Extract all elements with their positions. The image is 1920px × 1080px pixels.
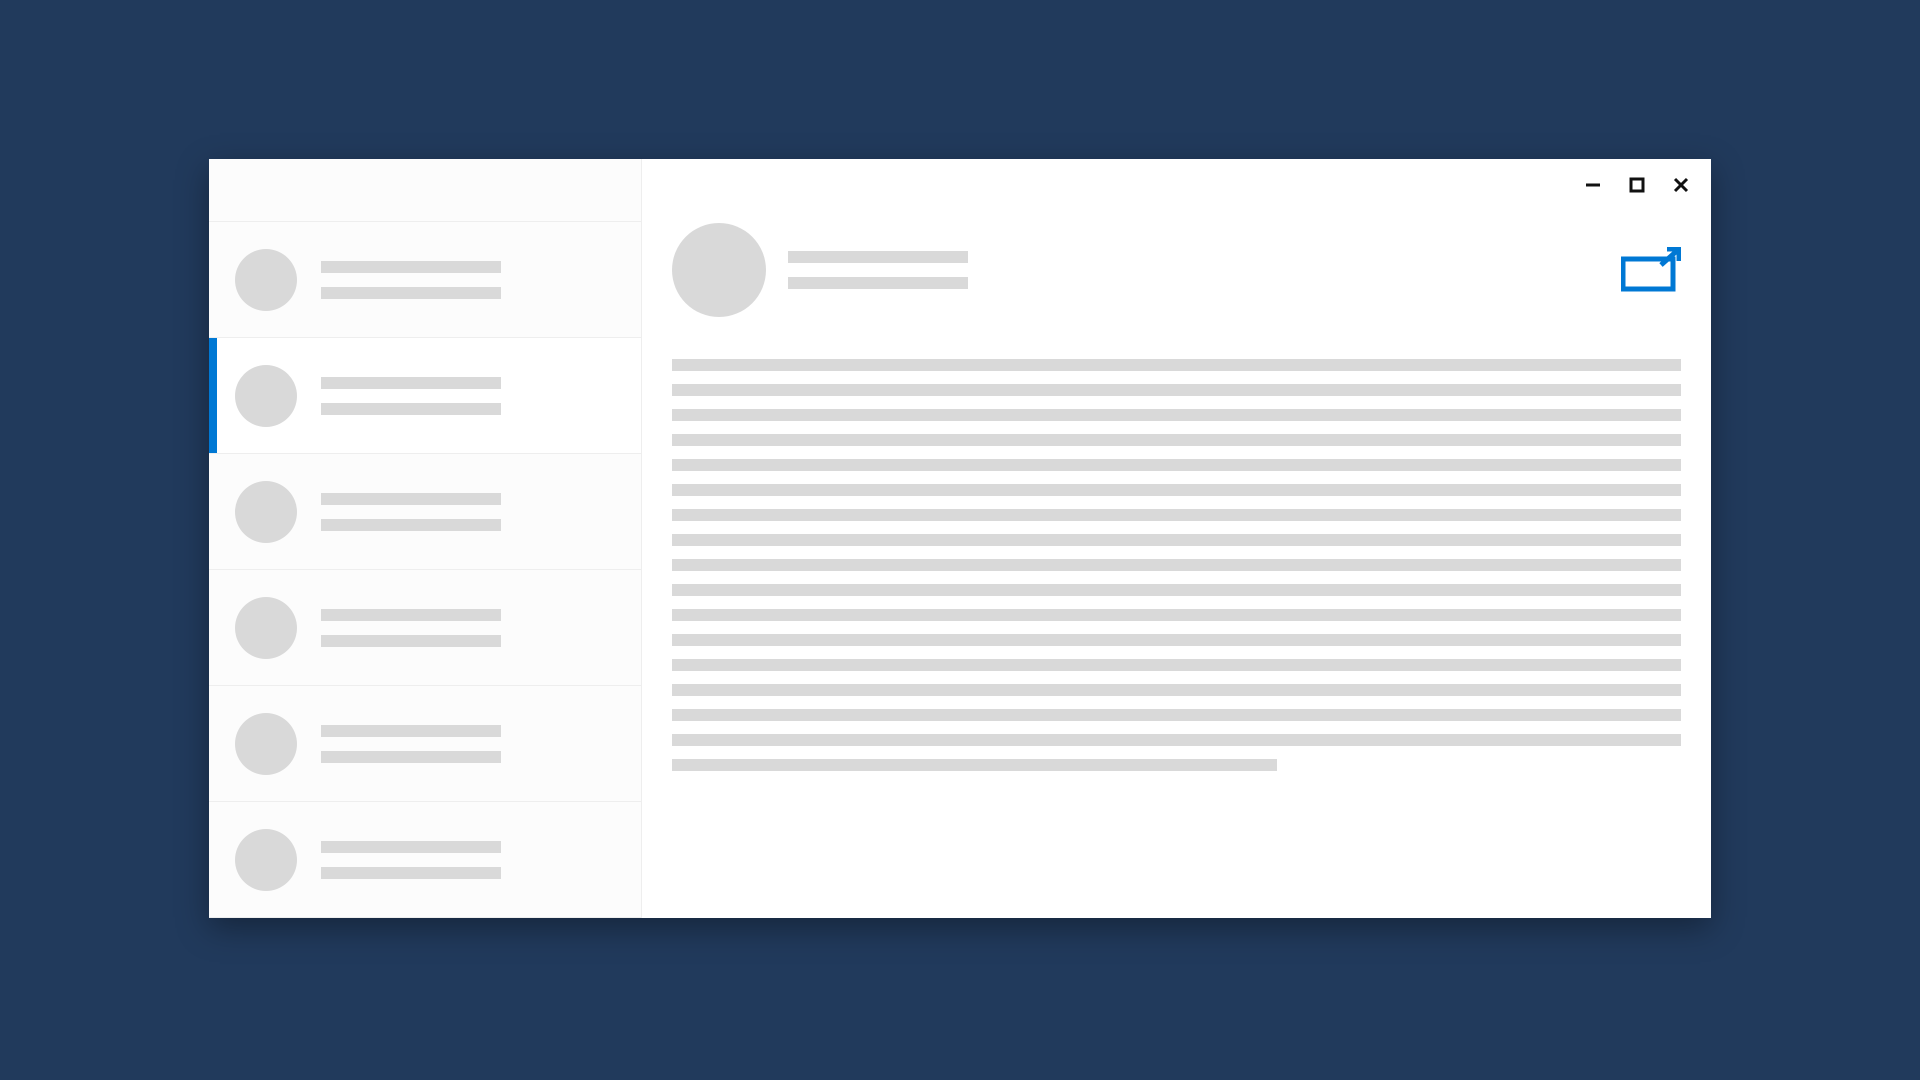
placeholder-line — [321, 287, 501, 299]
placeholder-line — [672, 484, 1681, 496]
message-list — [209, 159, 641, 918]
placeholder-line — [672, 559, 1681, 571]
placeholder-line — [672, 409, 1681, 421]
open-external-icon — [1621, 247, 1681, 293]
list-item[interactable] — [209, 222, 641, 338]
avatar — [235, 597, 297, 659]
item-text-placeholder — [321, 841, 501, 879]
minimize-button[interactable] — [1581, 173, 1605, 197]
list-item[interactable] — [209, 454, 641, 570]
placeholder-line — [672, 659, 1681, 671]
placeholder-line — [672, 534, 1681, 546]
avatar — [235, 829, 297, 891]
list-item[interactable] — [209, 802, 641, 918]
placeholder-line — [321, 635, 501, 647]
placeholder-line — [672, 384, 1681, 396]
avatar — [235, 249, 297, 311]
close-button[interactable] — [1669, 173, 1693, 197]
avatar — [235, 481, 297, 543]
placeholder-line — [672, 459, 1681, 471]
avatar — [235, 713, 297, 775]
avatar — [235, 365, 297, 427]
placeholder-line — [672, 509, 1681, 521]
placeholder-line — [321, 261, 501, 273]
list-item[interactable] — [209, 570, 641, 686]
placeholder-line — [321, 841, 501, 853]
item-text-placeholder — [321, 377, 501, 415]
placeholder-line — [321, 377, 501, 389]
placeholder-line — [672, 634, 1681, 646]
reading-pane — [641, 159, 1711, 918]
message-body — [672, 359, 1681, 771]
placeholder-line — [321, 493, 501, 505]
close-icon — [1672, 176, 1690, 194]
window-controls — [1581, 173, 1693, 197]
sender-avatar — [672, 223, 766, 317]
maximize-icon — [1628, 176, 1646, 194]
placeholder-line — [321, 725, 501, 737]
item-text-placeholder — [321, 609, 501, 647]
message-header — [672, 223, 968, 317]
placeholder-line — [672, 584, 1681, 596]
placeholder-line — [788, 277, 968, 289]
placeholder-line — [321, 609, 501, 621]
selection-indicator — [209, 338, 217, 453]
placeholder-line — [672, 359, 1681, 371]
placeholder-line — [672, 759, 1277, 771]
minimize-icon — [1584, 176, 1602, 194]
placeholder-line — [672, 684, 1681, 696]
placeholder-line — [321, 519, 501, 531]
open-external-button[interactable] — [1621, 247, 1681, 293]
item-text-placeholder — [321, 493, 501, 531]
placeholder-line — [788, 251, 968, 263]
list-item[interactable] — [209, 686, 641, 802]
maximize-button[interactable] — [1625, 173, 1649, 197]
item-text-placeholder — [321, 725, 501, 763]
placeholder-line — [672, 709, 1681, 721]
sender-text-placeholder — [788, 251, 968, 289]
placeholder-line — [321, 867, 501, 879]
placeholder-line — [672, 609, 1681, 621]
placeholder-line — [321, 751, 501, 763]
sidebar-header — [209, 159, 641, 222]
placeholder-line — [321, 403, 501, 415]
item-text-placeholder — [321, 261, 501, 299]
app-window — [209, 159, 1711, 918]
placeholder-line — [672, 734, 1681, 746]
list-item[interactable] — [209, 338, 641, 454]
placeholder-line — [672, 434, 1681, 446]
